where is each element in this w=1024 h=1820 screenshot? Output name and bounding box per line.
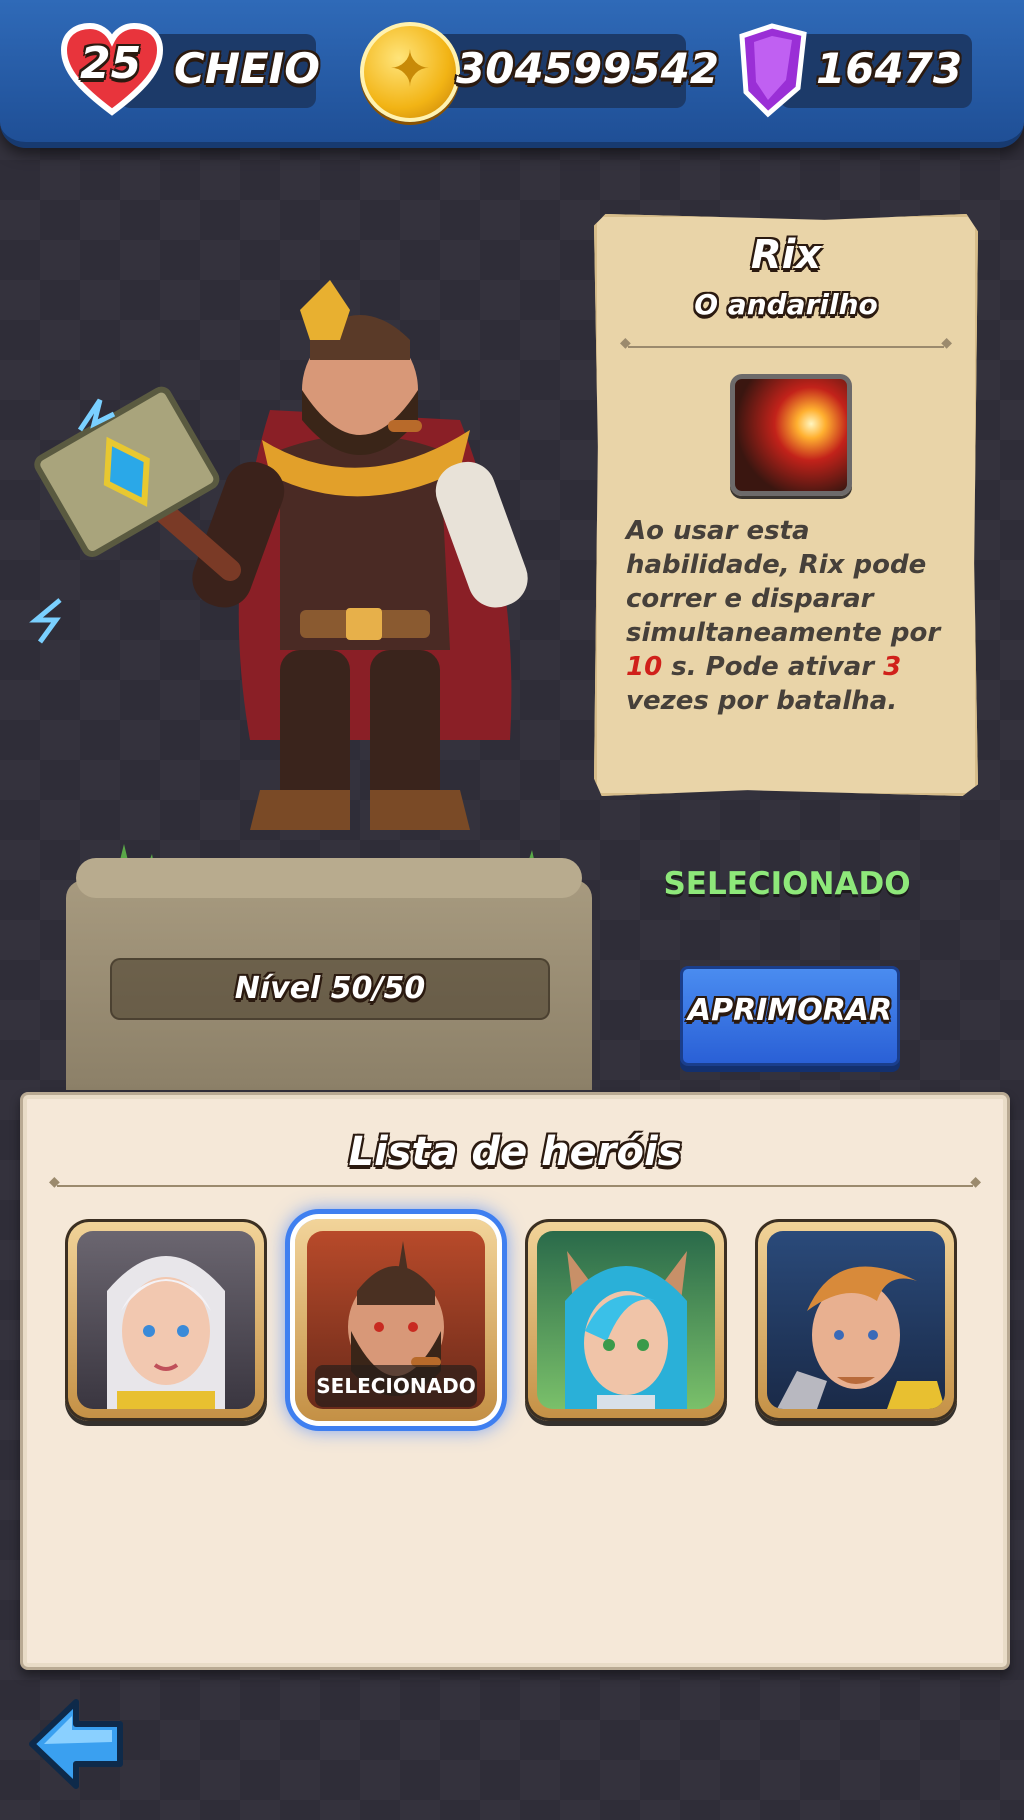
hero-subtitle: O andarilho: [694, 288, 878, 321]
lives-status: CHEIO: [174, 44, 320, 93]
skill-desc-text: vezes por batalha.: [626, 686, 898, 716]
skill-uses-value: 3: [883, 652, 902, 682]
hero-list-divider: [49, 1174, 981, 1190]
hero-selected-status: SELECIONADO: [663, 866, 911, 902]
hero-list-title: Lista de heróis: [348, 1129, 682, 1175]
hero-name: Rix: [750, 232, 822, 278]
hero-info-scroll: Rix O andarilho Ao usar esta habilidade,…: [594, 214, 978, 796]
hero-avatar-icon: [107, 1256, 225, 1409]
skill-icon[interactable]: [730, 374, 852, 496]
skill-desc-text: s. Pode ativar: [662, 652, 884, 682]
skill-description: Ao usar esta habilidade, Rix pode correr…: [626, 514, 966, 718]
upgrade-button[interactable]: APRIMORAR: [680, 966, 900, 1066]
lives-count: 25: [80, 38, 142, 89]
coin-icon: [360, 22, 460, 122]
gems-amount: 16473: [816, 44, 963, 93]
gem-icon: [739, 23, 807, 118]
selected-tag: SELECIONADO: [315, 1365, 477, 1407]
back-arrow-icon[interactable]: [26, 1696, 126, 1792]
hero-list-panel: Lista de heróis SELE: [20, 1092, 1010, 1670]
resource-bar: 25 CHEIO 304599542 16473: [0, 0, 1024, 148]
hero-portrait-4[interactable]: [755, 1219, 957, 1421]
skill-desc-text: Ao usar esta habilidade, Rix pode correr…: [626, 516, 941, 648]
hero-avatar-icon: [777, 1266, 945, 1409]
hero-level: Nível 50/50: [110, 958, 550, 1020]
skill-duration-value: 10: [626, 652, 663, 682]
hero-portrait-3[interactable]: [525, 1219, 727, 1421]
hero-portrait-rix[interactable]: SELECIONADO: [295, 1219, 497, 1421]
coins-amount: 304599542: [456, 44, 720, 93]
hero-portrait-1[interactable]: [65, 1219, 267, 1421]
scroll-divider: [620, 335, 952, 351]
hero-avatar-icon: [565, 1251, 687, 1409]
hero-rix-figure[interactable]: [0, 270, 600, 910]
upgrade-button-label: APRIMORAR: [687, 993, 893, 1028]
